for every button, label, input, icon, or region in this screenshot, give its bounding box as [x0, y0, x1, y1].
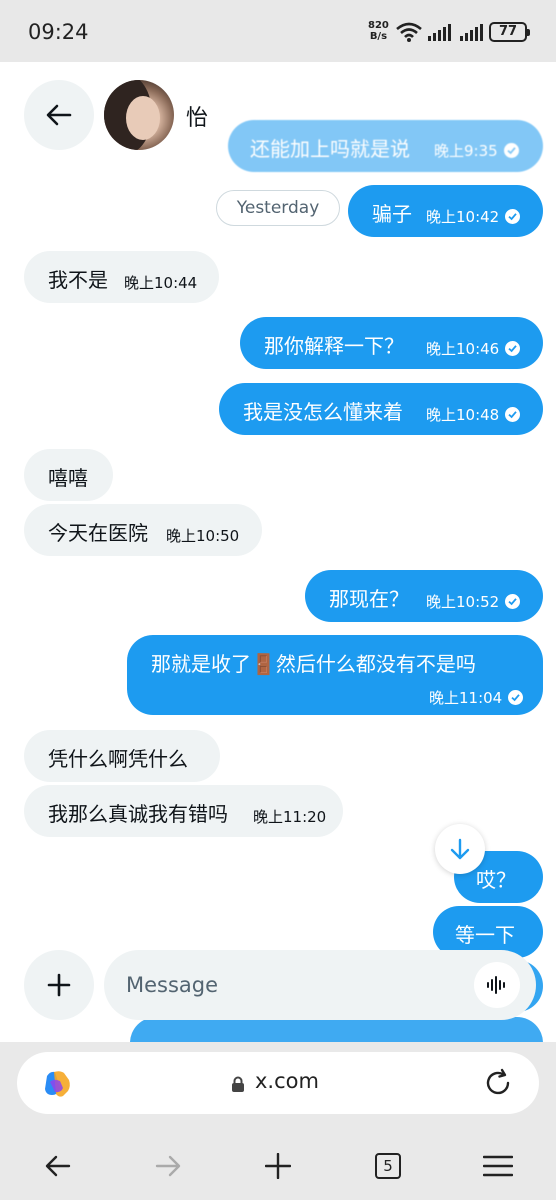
- scroll-to-bottom-button[interactable]: [435, 824, 485, 874]
- message-time: 晚上10:46: [426, 340, 500, 358]
- message-meta: 晚上10:52: [426, 591, 521, 612]
- address-bar[interactable]: x.com: [17, 1052, 539, 1114]
- clock: 09:24: [28, 20, 89, 44]
- message-time: 晚上10:44: [124, 274, 198, 292]
- plus-icon: [47, 973, 71, 997]
- avatar-face: [126, 96, 160, 140]
- message-text: 我不是: [48, 268, 108, 292]
- message-bubble-outgoing[interactable]: 那现在？ 晚上10:52: [305, 570, 543, 622]
- message-bubble-outgoing[interactable]: 还能加上吗就是说 晚上9:35: [228, 120, 543, 172]
- hamburger-menu-icon: [483, 1155, 513, 1177]
- message-time: 晚上10:50: [166, 527, 240, 545]
- chat-view[interactable]: 怡 还能加上吗就是说 晚上9:35 Yesterday 骗子 晚上10:42 我…: [0, 62, 556, 1042]
- message-text: 今天在医院: [48, 521, 148, 545]
- message-bubble-outgoing[interactable]: 我是没怎么懂来着 晚上10:48: [219, 383, 543, 435]
- message-time: 晚上11:20: [253, 808, 327, 826]
- tab-count: 5: [375, 1153, 401, 1179]
- message-time: 晚上10:42: [426, 208, 500, 226]
- battery-icon: 77: [489, 22, 530, 42]
- copilot-icon[interactable]: [41, 1068, 73, 1100]
- day-divider: Yesterday: [216, 190, 340, 226]
- message-bubble-outgoing[interactable]: 那就是收了🚪然后什么都没有不是吗 晚上11:04: [127, 635, 543, 715]
- signal-icon: [460, 24, 483, 41]
- message-meta: 晚上11:20: [253, 806, 326, 827]
- message-text: 凭什么啊凭什么: [48, 747, 188, 771]
- wifi-icon: [396, 22, 422, 42]
- back-button[interactable]: [24, 80, 94, 150]
- waveform-icon: [487, 976, 505, 994]
- arrow-left-icon: [46, 104, 72, 126]
- browser-toolbar: x.com 5: [0, 1042, 556, 1200]
- add-attachment-button[interactable]: [24, 950, 94, 1020]
- signal-icon: [428, 24, 451, 41]
- check-icon: [503, 143, 519, 158]
- message-meta: 晚上10:44: [124, 272, 197, 293]
- message-time: 晚上10:48: [426, 406, 500, 424]
- message-text: 那就是收了🚪然后什么都没有不是吗: [151, 652, 476, 676]
- net-speed-unit: B/s: [369, 31, 388, 42]
- message-text: 哎？: [476, 868, 516, 892]
- message-meta: 晚上10:42: [426, 206, 521, 227]
- message-bubble-incoming[interactable]: 我那么真诚我有错吗 晚上11:20: [24, 785, 343, 837]
- message-bubble-outgoing[interactable]: 那你解释一下？ 晚上10:46: [240, 317, 543, 369]
- message-time: 晚上9:35: [434, 142, 498, 160]
- browser-forward-button[interactable]: [148, 1146, 188, 1186]
- message-bubble-incoming[interactable]: 凭什么啊凭什么: [24, 730, 220, 782]
- message-text: 我是没怎么懂来着: [243, 400, 403, 424]
- network-speed: 820 B/s: [368, 20, 389, 42]
- message-bubble-incoming[interactable]: 今天在医院 晚上10:50: [24, 504, 262, 556]
- lock-icon: [232, 1076, 244, 1092]
- check-icon: [505, 407, 521, 422]
- message-input[interactable]: [126, 950, 456, 1020]
- message-text: 我那么真诚我有错吗: [48, 802, 228, 826]
- status-bar: 09:24 820 B/s 77: [0, 0, 556, 62]
- menu-button[interactable]: [478, 1146, 518, 1186]
- message-time: 晚上10:52: [426, 593, 500, 611]
- net-speed-value: 820: [368, 20, 389, 31]
- message-bubble-outgoing[interactable]: 骗子 晚上10:42: [348, 185, 543, 237]
- message-bubble-incoming[interactable]: 嘻嘻: [24, 449, 113, 501]
- message-bubble-outgoing: [130, 1017, 543, 1042]
- check-icon: [508, 690, 524, 705]
- message-bubble-incoming[interactable]: 我不是 晚上10:44: [24, 251, 219, 303]
- plus-icon: [265, 1153, 291, 1179]
- battery-level: 77: [498, 24, 518, 39]
- contact-name[interactable]: 怡: [186, 100, 208, 132]
- message-meta: 晚上10:48: [426, 404, 521, 425]
- message-text: 骗子: [372, 202, 412, 226]
- arrow-right-icon: [155, 1155, 181, 1177]
- reload-icon[interactable]: [483, 1068, 513, 1098]
- message-text: 等一下: [455, 923, 515, 947]
- message-text: 那现在？: [329, 587, 409, 611]
- message-composer[interactable]: [104, 950, 536, 1020]
- check-icon: [505, 594, 521, 609]
- message-meta: 晚上11:04: [429, 687, 524, 708]
- message-time: 晚上11:04: [429, 689, 503, 707]
- arrow-left-icon: [45, 1155, 71, 1177]
- message-meta: 晚上9:35: [434, 140, 519, 161]
- contact-avatar[interactable]: [104, 80, 174, 150]
- message-meta: 晚上10:46: [426, 338, 521, 359]
- url-text[interactable]: x.com: [255, 1069, 319, 1093]
- arrow-down-icon: [450, 838, 470, 860]
- browser-back-button[interactable]: [38, 1146, 78, 1186]
- new-tab-button[interactable]: [258, 1146, 298, 1186]
- message-text: 那你解释一下？: [264, 334, 404, 358]
- check-icon: [505, 209, 521, 224]
- check-icon: [505, 341, 521, 356]
- tabs-button[interactable]: 5: [368, 1146, 408, 1186]
- browser-nav-bar: 5: [0, 1138, 556, 1194]
- message-text: 还能加上吗就是说: [250, 137, 410, 161]
- message-meta: 晚上10:50: [166, 525, 239, 546]
- message-text: 嘻嘻: [48, 466, 88, 490]
- voice-message-button[interactable]: [474, 962, 520, 1008]
